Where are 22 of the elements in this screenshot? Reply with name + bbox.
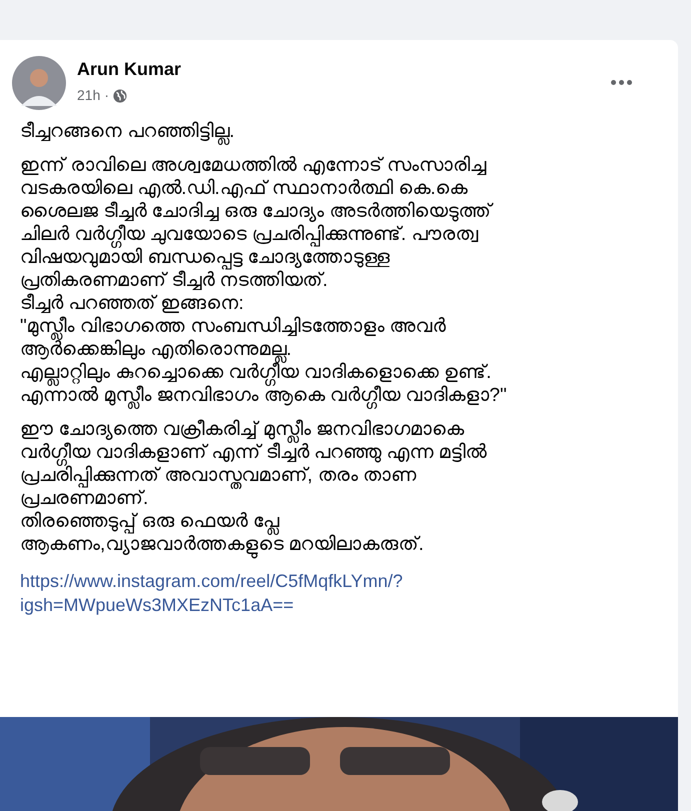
post-text-line: "മുസ്ലീം വിഭാഗത്തെ സംബന്ധിച്ചിടത്തോളം അവർ: [20, 315, 446, 338]
post-text-line: ടീച്ചറങ്ങനെ പറഞ്ഞിട്ടില്ല.: [20, 120, 235, 143]
post-text-line: ആർക്കെങ്കിലും എതിരൊന്നുമല്ല.: [20, 338, 292, 361]
post-text-line: പ്രതികരണമാണ് ടീച്ചർ നടത്തിയത്.: [20, 270, 328, 292]
post-text-line: പ്രചരണമാണ്.: [20, 488, 148, 510]
post-text-line: ശൈലജ ടീച്ചർ ചോദിച്ച ഒരു ചോദ്യം അടർത്തിയെടുത്ത്: [20, 200, 492, 223]
post-text-line: വർഗ്ഗീയ വാദികളാണ് എന്ന് ടീച്ചർ പറഞ്ഞു എന്ന മട്ടിൽ: [20, 441, 487, 464]
post-text-line: ഈ ചോദ്യത്തെ വക്രീകരിച്ച് മുസ്ലീം ജനവിഭാഗമാകെ: [20, 418, 464, 441]
post-time[interactable]: 21h: [77, 85, 100, 106]
post-text-line: വിഷയവുമായി ബന്ധപ്പെട്ട ചോദ്യത്തോടുള്ള: [20, 247, 390, 269]
post-text-line: പ്രചരിപ്പിക്കുന്നത് അവാസ്തവമാണ്, തരം താണ: [20, 464, 416, 487]
link[interactable]: igsh=MWpueWs3MXEzNTc1aA==: [20, 593, 294, 617]
link[interactable]: https://www.instagram.com/reel/C5fMqfkLYmn/?: [20, 569, 403, 593]
separator: ·: [104, 86, 110, 105]
author-name[interactable]: Arun Kumar: [77, 58, 182, 80]
post-text-line: എല്ലാറ്റിലും കുറച്ചൊക്കെ വർഗ്ഗീയ വാദികളൊക്കെ ഉണ്ട്.: [20, 361, 492, 384]
post-text-line: ഇന്ന് രാവിലെ അശ്വമേധത്തിൽ എന്നോട് സംസാരിച്ച: [20, 154, 486, 177]
post-text-line: ചിലർ വർഗ്ഗീയ ചുവയോടെ പ്രചരിപ്പിക്കുന്നുണ്ട്. പൗരത്വ: [20, 223, 478, 246]
avatar[interactable]: [12, 56, 66, 110]
post-text-line: വടകരയിലെ എൽ.ഡി.എഫ് സ്ഥാനാർത്ഥി കെ.കെ: [20, 177, 468, 200]
post-text-line: തിരഞ്ഞെടുപ്പ് ഒരു ഫെയർ പ്ലേ: [20, 510, 279, 533]
post-text-line: ടീച്ചർ പറഞ്ഞത് ഇങ്ങനെ:: [20, 292, 244, 315]
